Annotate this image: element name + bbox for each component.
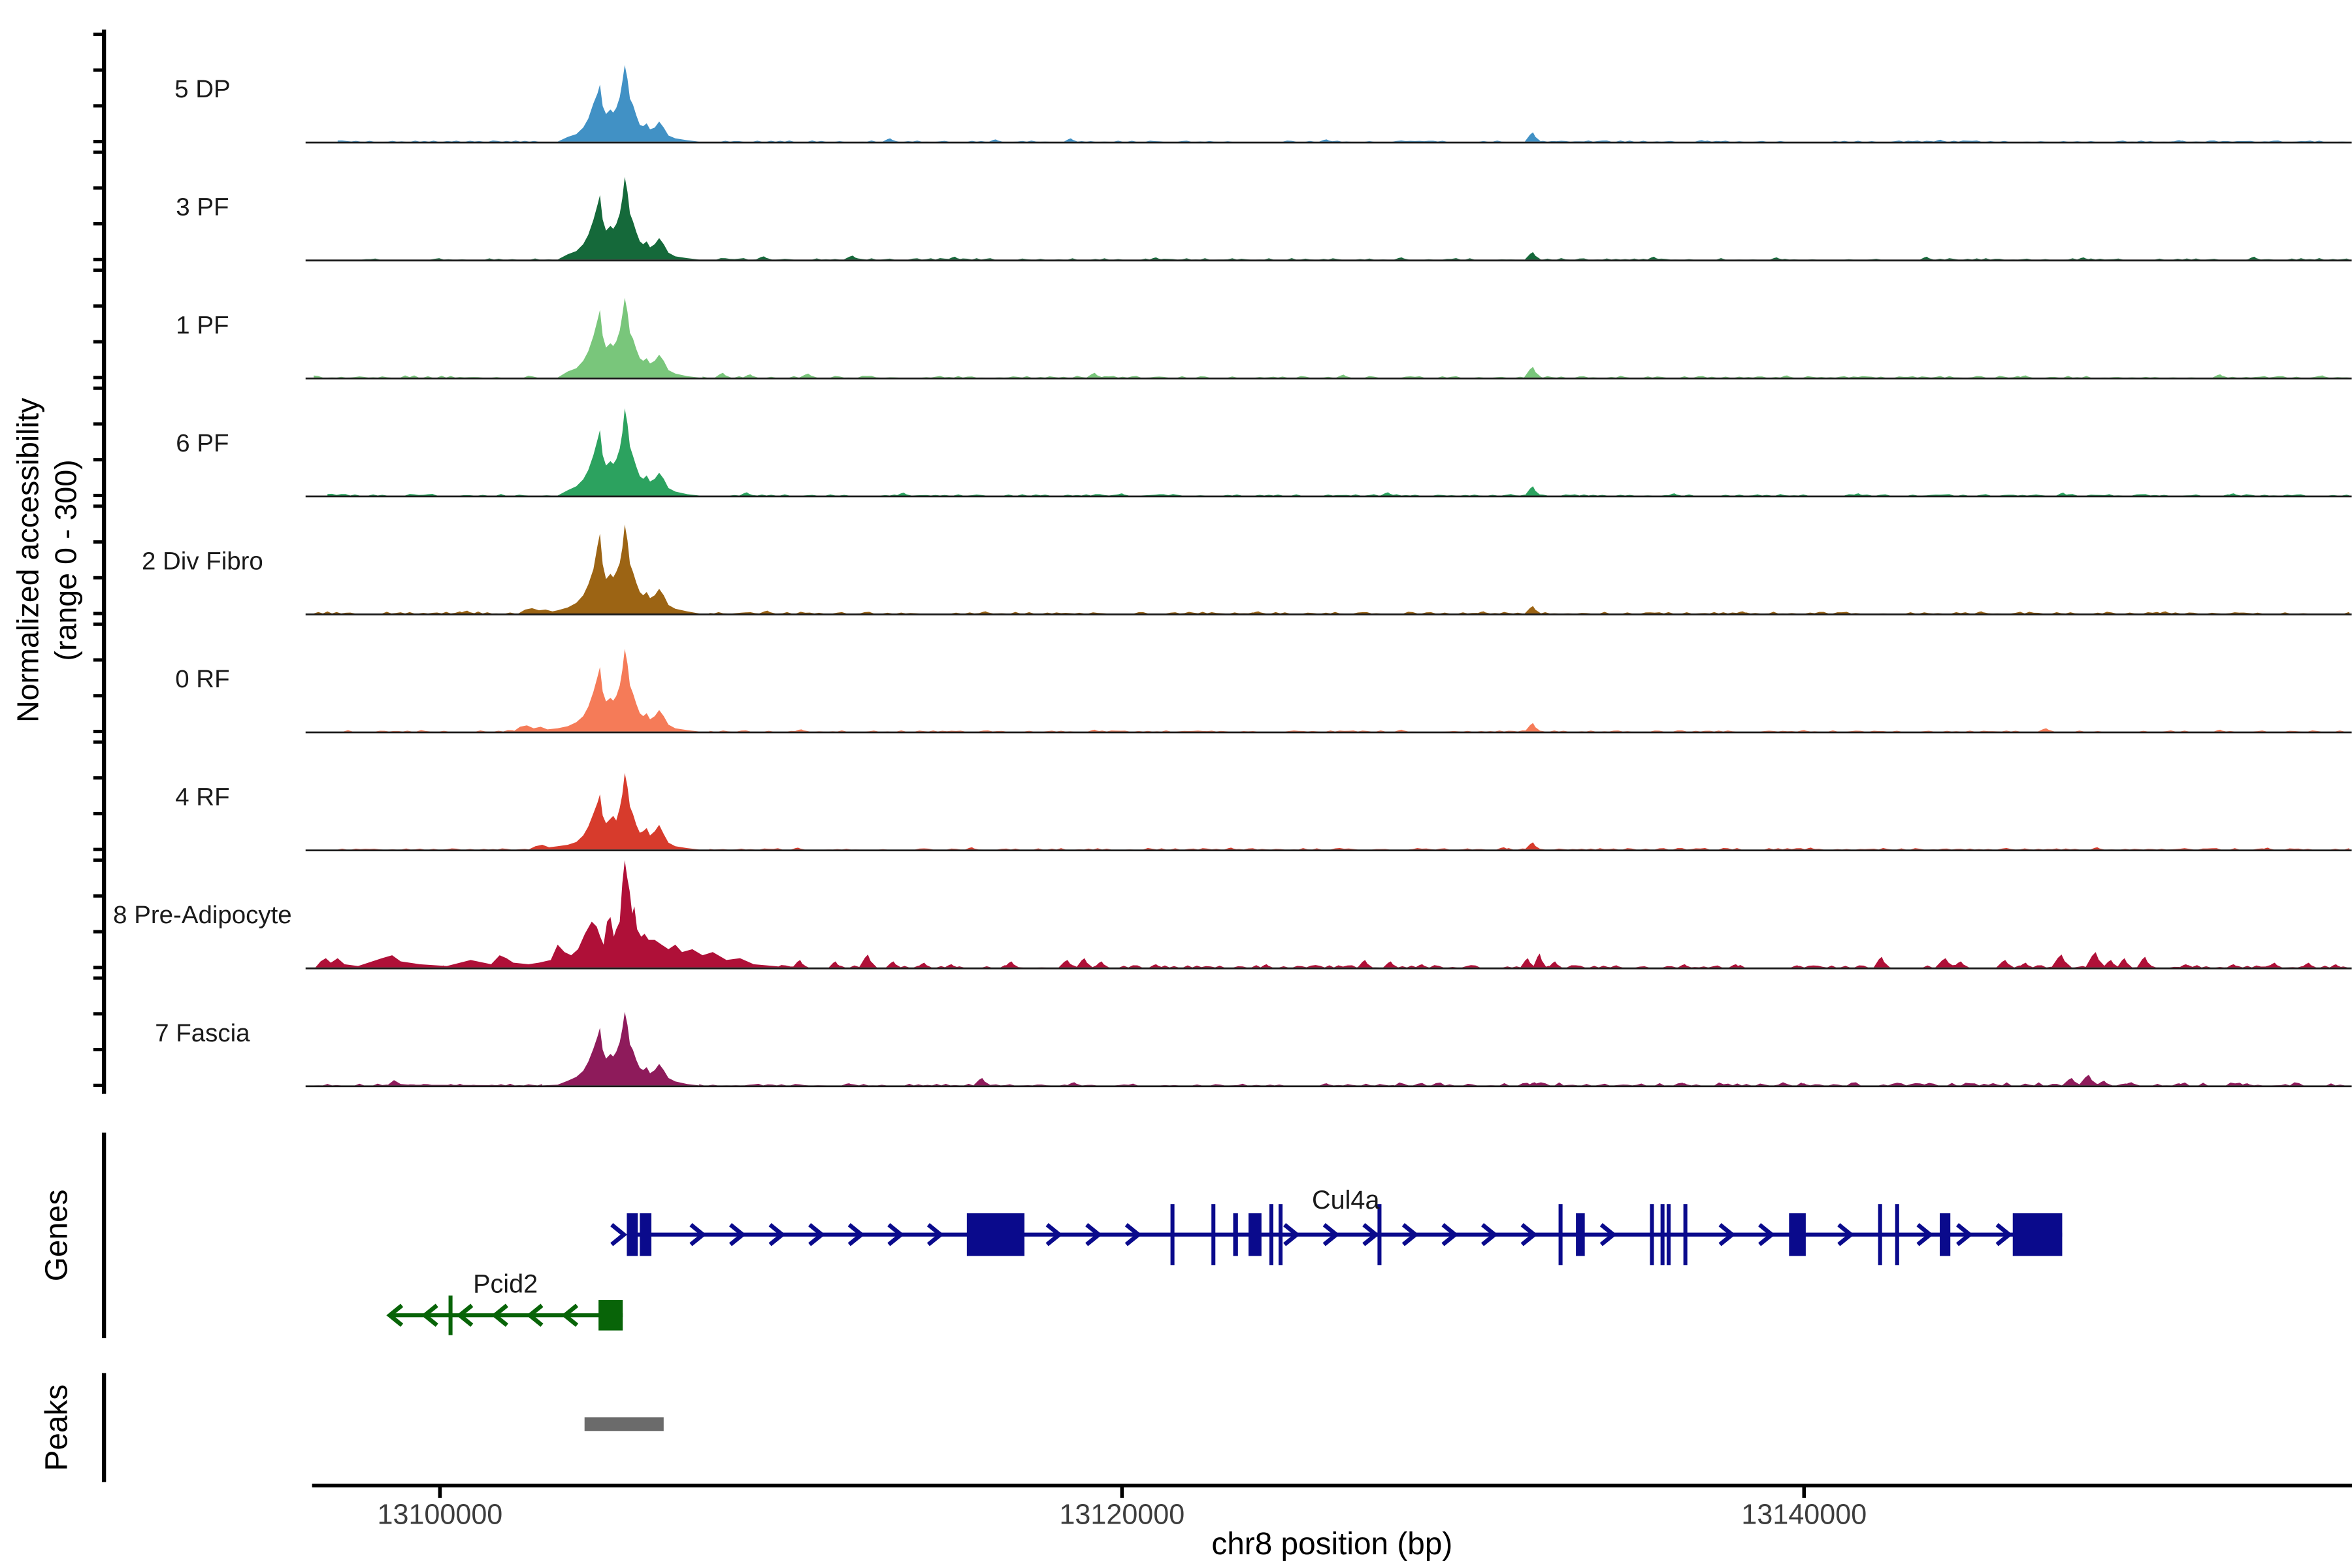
peaks-section: Peaks bbox=[40, 1373, 664, 1482]
coverage-track-2-div-fibro: 2 Div Fibro bbox=[142, 525, 2352, 615]
gene-exon-tick bbox=[1684, 1204, 1688, 1265]
track-label: 6 PF bbox=[176, 429, 229, 457]
gene-exon-tick bbox=[1171, 1204, 1175, 1265]
signal-tracks: 5 DP 3 PF 1 PF 6 PF 2 Div Fibro 0 RF 4 RF 8 Pre… bbox=[113, 65, 2351, 1086]
track-label: 4 RF bbox=[175, 783, 229, 811]
coverage-area bbox=[338, 65, 2350, 141]
gene-exon-tick bbox=[1667, 1204, 1671, 1265]
coverage-area bbox=[314, 525, 2349, 613]
gene-exon-tick bbox=[1895, 1204, 1899, 1265]
gene-models: Cul4a Pcid2 bbox=[390, 1186, 2063, 1335]
gene-exon-tick bbox=[449, 1296, 453, 1335]
gene-exon bbox=[1249, 1213, 1262, 1256]
gene-exon-tick bbox=[1559, 1204, 1563, 1265]
coverage-area bbox=[314, 298, 2349, 378]
y-axis-title-line1: Normalized accessibility bbox=[10, 397, 44, 723]
track-label: 1 PF bbox=[176, 311, 229, 339]
gene-exon bbox=[1576, 1213, 1585, 1256]
track-label: 2 Div Fibro bbox=[142, 547, 263, 575]
y-axis-title-line2: (range 0 - 300) bbox=[49, 459, 83, 661]
gene-cul4a: Cul4a bbox=[612, 1186, 2062, 1265]
coverage-track-4-rf: 4 RF bbox=[175, 773, 2351, 851]
x-axis: 13100000 13120000 13140000 chr8 position (… bbox=[312, 1486, 2352, 1561]
coverage-track-7-fascia: 7 Fascia bbox=[155, 1012, 2351, 1086]
gene-exon bbox=[1233, 1213, 1238, 1256]
gene-exon-tick bbox=[1878, 1204, 1882, 1265]
coverage-track-3-pf: 3 PF bbox=[176, 177, 2351, 261]
gene-exon bbox=[967, 1213, 1024, 1256]
gene-name-label: Pcid2 bbox=[473, 1269, 538, 1298]
y-axis: Normalized accessibility (range 0 - 300) bbox=[10, 29, 104, 1094]
track-label: 0 RF bbox=[175, 665, 229, 693]
coverage-track-5-dp: 5 DP bbox=[174, 65, 2351, 142]
x-axis-title: chr8 position (bp) bbox=[1211, 1527, 1452, 1561]
gene-exon bbox=[2013, 1213, 2063, 1256]
coverage-area bbox=[348, 177, 2349, 260]
gene-exon-tick bbox=[1211, 1204, 1215, 1265]
gene-exon bbox=[1789, 1213, 1806, 1256]
peaks-section-label: Peaks bbox=[40, 1384, 74, 1471]
coverage-area bbox=[314, 1012, 2349, 1086]
gene-exon-tick bbox=[1279, 1204, 1282, 1265]
coverage-area bbox=[316, 860, 2350, 968]
coverage-track-1-pf: 1 PF bbox=[176, 298, 2351, 378]
coverage-area bbox=[338, 773, 2350, 849]
gene-name-label: Cul4a bbox=[1312, 1186, 1380, 1215]
peak-calls bbox=[585, 1417, 664, 1431]
track-label: 7 Fascia bbox=[155, 1019, 250, 1047]
genome-browser-figure-wrap: Normalized accessibility (range 0 - 300)… bbox=[0, 0, 2352, 1568]
gene-exon bbox=[1940, 1213, 1950, 1256]
track-label: 8 Pre-Adipocyte bbox=[113, 901, 291, 929]
gene-exon bbox=[640, 1213, 651, 1256]
coverage-track-8-pre-adipocyte: 8 Pre-Adipocyte bbox=[113, 860, 2351, 969]
peak-call-bar bbox=[585, 1417, 664, 1431]
x-axis-tick-label: 13100000 bbox=[378, 1499, 503, 1530]
gene-exon-tick bbox=[1269, 1204, 1273, 1265]
x-axis-ticks: 13100000 13120000 13140000 bbox=[378, 1486, 1867, 1531]
strand-arrow-icon bbox=[612, 1225, 624, 1245]
coverage-track-6-pf: 6 PF bbox=[176, 408, 2351, 497]
gene-pcid2: Pcid2 bbox=[390, 1269, 623, 1335]
track-label: 5 DP bbox=[174, 75, 230, 103]
track-label: 3 PF bbox=[176, 193, 229, 221]
gene-exon-tick bbox=[1650, 1204, 1654, 1265]
gene-exon bbox=[598, 1300, 623, 1331]
gene-exon bbox=[627, 1213, 638, 1256]
x-axis-tick-label: 13120000 bbox=[1059, 1499, 1184, 1530]
gene-exon-tick bbox=[1661, 1204, 1665, 1265]
genome-browser-figure: Normalized accessibility (range 0 - 300)… bbox=[0, 0, 2352, 1568]
genes-section-label: Genes bbox=[40, 1190, 74, 1282]
coverage-track-0-rf: 0 RF bbox=[175, 649, 2351, 732]
genes-section: Genes Cul4a Pcid2 bbox=[40, 1133, 2063, 1339]
x-axis-tick-label: 13140000 bbox=[1741, 1499, 1867, 1530]
coverage-area bbox=[327, 408, 2349, 496]
coverage-area bbox=[321, 649, 2350, 732]
